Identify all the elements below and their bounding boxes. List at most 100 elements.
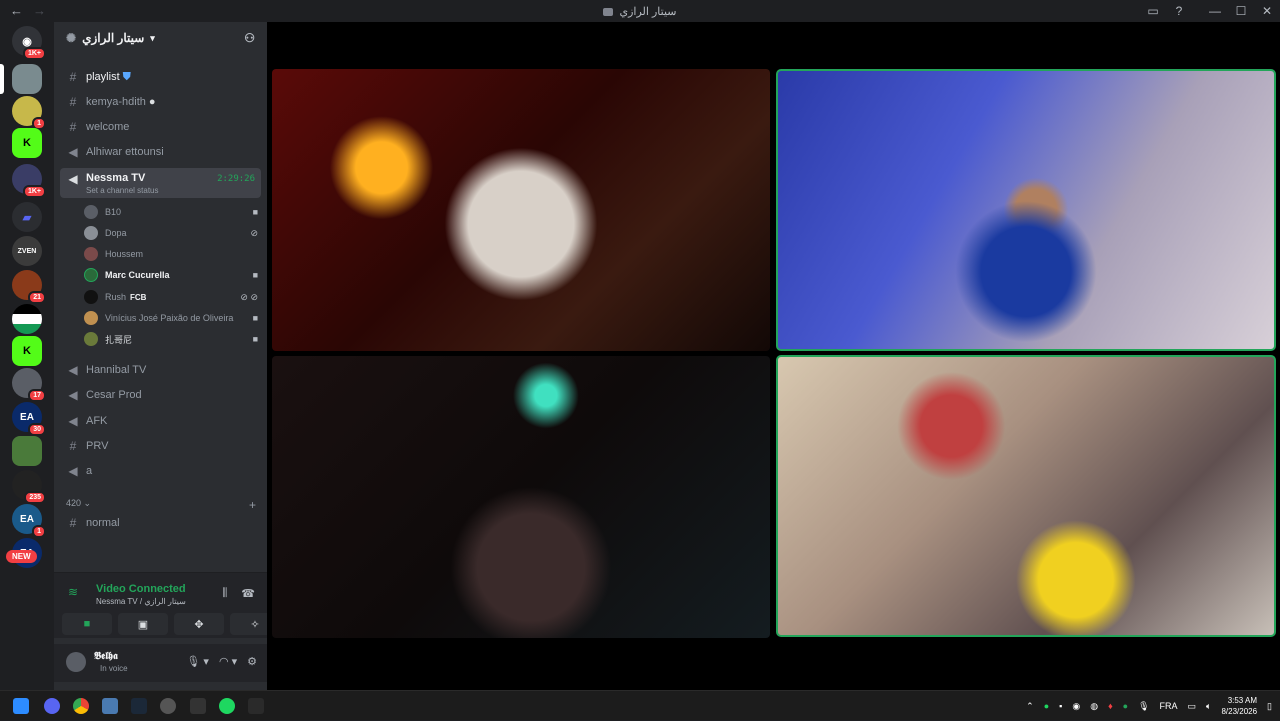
noise-suppression-icon[interactable]: ⫼ bbox=[222, 587, 227, 600]
server-item[interactable]: 235 bbox=[12, 470, 46, 504]
steam-app-icon[interactable] bbox=[131, 698, 147, 714]
chevron-down-icon: ▾ bbox=[150, 32, 155, 43]
speaker-icon: ◀ bbox=[68, 414, 78, 428]
category-header[interactable]: 420 ⌄ + bbox=[66, 498, 256, 512]
channel-prv[interactable]: # PRV bbox=[60, 435, 261, 457]
channel-afk[interactable]: ◀ AFK bbox=[60, 410, 261, 432]
help-icon[interactable]: ? bbox=[1166, 4, 1192, 18]
channel-status-hint[interactable]: Set a channel status bbox=[86, 186, 159, 195]
server-icon bbox=[603, 7, 614, 16]
language-indicator[interactable]: FRA bbox=[1160, 701, 1178, 711]
camera-button[interactable]: ■ bbox=[62, 613, 112, 635]
microphone-tray-icon[interactable]: 🎙︎ bbox=[1138, 701, 1149, 712]
server-ea[interactable]: EA 30 bbox=[12, 402, 46, 436]
epic-games-icon[interactable] bbox=[248, 698, 264, 714]
avatar bbox=[84, 247, 98, 261]
minimize-button[interactable]: — bbox=[1202, 4, 1228, 18]
add-channel-icon[interactable]: + bbox=[249, 498, 256, 512]
tray-app-icon[interactable]: ♦ bbox=[1108, 701, 1113, 711]
channel-cesar-prod[interactable]: ◀ Cesar Prod bbox=[60, 384, 261, 406]
server-kick-2[interactable]: K bbox=[12, 336, 42, 366]
voice-user[interactable]: Rush FCB ⊘ ⊘ bbox=[84, 287, 264, 307]
notifications-icon[interactable]: ▯ bbox=[1267, 701, 1272, 712]
activities-icon: ✥ bbox=[194, 618, 204, 631]
system-tray: ⌃ ● ▪ ◉ ◍ ♦ ● 🎙︎ FRA ▭ 🔈︎ 3:53 AM 8/23/2… bbox=[1026, 691, 1272, 721]
video-stage bbox=[267, 22, 1280, 690]
headphones-icon[interactable]: ◠ ▾ bbox=[219, 655, 237, 668]
server-item[interactable]: 1 bbox=[12, 96, 46, 130]
network-icon[interactable]: ▭ bbox=[1188, 701, 1197, 712]
avatar bbox=[84, 332, 98, 346]
microphone-icon[interactable]: 🎙︎ ▾ bbox=[186, 655, 209, 668]
settings-gear-icon[interactable]: ⚙ bbox=[247, 655, 257, 668]
title-bar: ← → سيتار الرازي ▭ ? — ☐ ✕ bbox=[0, 0, 1280, 22]
video-tile-1[interactable] bbox=[272, 69, 770, 351]
disconnect-icon[interactable]: ☎ bbox=[241, 587, 255, 600]
tray-app-icon[interactable]: ▪ bbox=[1059, 701, 1062, 711]
speaker-icon: ◀ bbox=[68, 172, 78, 186]
server-ea-2[interactable]: EA 1 bbox=[12, 504, 46, 538]
server-kick[interactable]: K bbox=[12, 128, 42, 158]
discord-logo-icon: ◉ bbox=[22, 35, 32, 48]
deafened-icon: ⊘ ⊘ bbox=[240, 291, 258, 302]
voice-user[interactable]: Dopa ⊘ bbox=[84, 223, 264, 243]
channel-playlist[interactable]: # playlist ⛊ bbox=[60, 66, 261, 88]
chevron-up-icon[interactable]: ⌃ bbox=[1026, 701, 1034, 712]
maximize-button[interactable]: ☐ bbox=[1228, 4, 1254, 18]
voice-user[interactable]: 扎哥尼 ■ bbox=[84, 329, 264, 349]
fcb-tag: FCB bbox=[130, 292, 147, 302]
server-item[interactable] bbox=[12, 436, 42, 466]
username[interactable]: 𝕭𝖊𝖑𝖍𝖆 bbox=[94, 651, 118, 662]
settings-app-icon[interactable] bbox=[102, 698, 118, 714]
chrome-app-icon[interactable] bbox=[73, 698, 89, 714]
inbox-icon[interactable]: ▭ bbox=[1140, 4, 1166, 18]
chevron-down-icon: ⌄ bbox=[83, 498, 92, 508]
channel-normal[interactable]: # normal bbox=[60, 512, 261, 534]
channel-kemya-hdith[interactable]: # kemya-hdith ● bbox=[60, 91, 261, 113]
spotify-tray-icon[interactable]: ● bbox=[1044, 701, 1049, 711]
tray-app-icon[interactable]: ● bbox=[1123, 701, 1128, 711]
avatar[interactable] bbox=[66, 652, 86, 672]
video-tile-2[interactable] bbox=[776, 69, 1276, 351]
close-button[interactable]: ✕ bbox=[1254, 4, 1280, 18]
activities-button[interactable]: ✥ bbox=[174, 613, 224, 635]
signal-icon[interactable]: ≋ bbox=[68, 585, 78, 599]
voice-user[interactable]: B10 ■ bbox=[84, 202, 264, 222]
channel-alhiwar[interactable]: ◀ Alhiwar ettounsi bbox=[60, 141, 261, 163]
volume-icon[interactable]: 🔈︎ bbox=[1206, 701, 1211, 712]
voice-status-subtitle[interactable]: Nessma TV / سيتار الرازي bbox=[96, 597, 186, 606]
spotify-app-icon[interactable] bbox=[219, 698, 235, 714]
app-icon[interactable] bbox=[190, 698, 206, 714]
guild-header[interactable]: ✺ سيتار الرازي ▾ ⚇ bbox=[54, 22, 267, 54]
window-controls: ▭ ? — ☐ ✕ bbox=[1140, 0, 1280, 22]
channel-hannibal-tv[interactable]: ◀ Hannibal TV bbox=[60, 359, 261, 381]
server-item[interactable]: 17 bbox=[12, 368, 46, 402]
server-folder[interactable]: 1K+ bbox=[12, 164, 46, 198]
steam-tray-icon[interactable]: ◉ bbox=[1072, 701, 1080, 712]
video-tile-4[interactable] bbox=[776, 355, 1276, 637]
channel-welcome[interactable]: # welcome bbox=[60, 116, 261, 138]
video-icon: ■ bbox=[252, 270, 258, 280]
server-palestine[interactable] bbox=[12, 304, 42, 334]
app-icon[interactable] bbox=[160, 698, 176, 714]
screen-share-button[interactable]: ▣ bbox=[118, 613, 168, 635]
server-item[interactable]: ZVEN bbox=[12, 236, 42, 266]
clock[interactable]: 3:53 AM 8/23/2026 bbox=[1221, 695, 1257, 717]
channel-nessma-tv[interactable]: ◀ Nessma TV 2:29:26 Set a channel status bbox=[60, 168, 261, 198]
discord-app-icon[interactable] bbox=[44, 698, 60, 714]
channel-a[interactable]: ◀ a bbox=[60, 460, 261, 482]
direct-messages-button[interactable]: ◉ 1K+ bbox=[12, 26, 46, 60]
avatar bbox=[84, 268, 98, 282]
add-member-icon[interactable]: ⚇ bbox=[244, 31, 255, 45]
folder-icon[interactable]: ▰ bbox=[12, 202, 42, 232]
tray-app-icon[interactable]: ◍ bbox=[1090, 701, 1098, 712]
voice-user[interactable]: Houssem bbox=[84, 244, 264, 264]
windows-start-icon[interactable] bbox=[13, 698, 29, 714]
server-selected[interactable] bbox=[12, 64, 42, 94]
video-tile-3[interactable] bbox=[272, 356, 770, 638]
camera-icon: ■ bbox=[83, 618, 91, 630]
voice-user[interactable]: Vinícius José Paixão de Oliveira ■ bbox=[84, 308, 264, 328]
voice-user[interactable]: Marc Cucurella ■ bbox=[84, 265, 264, 285]
guild-name: سيتار الرازي bbox=[82, 31, 145, 45]
server-item[interactable]: 21 bbox=[12, 270, 46, 304]
